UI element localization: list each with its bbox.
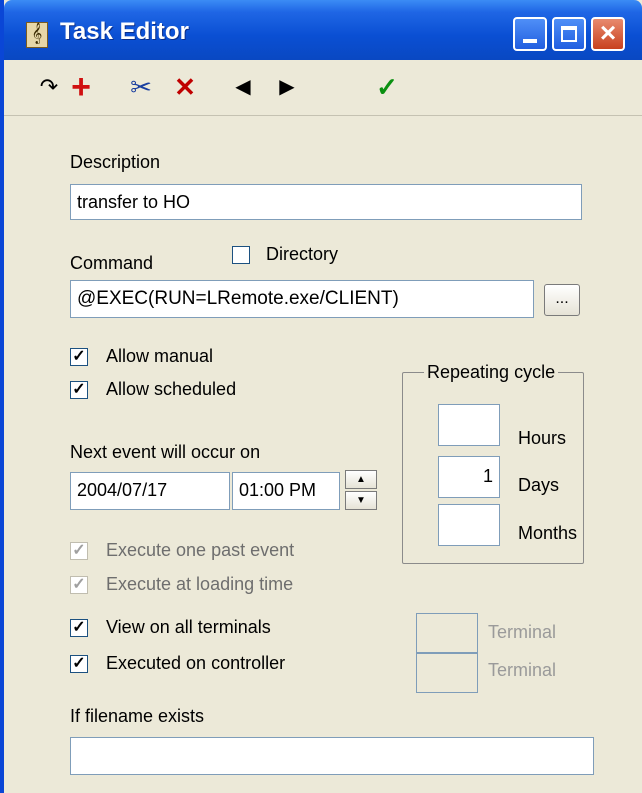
toolbar-divider — [4, 115, 642, 116]
spin-down-button[interactable]: ▼ — [345, 491, 377, 510]
hours-label: Hours — [518, 428, 567, 448]
execute-past-label: Execute one past event — [106, 540, 295, 560]
filename-exists-label: If filename exists — [70, 706, 205, 726]
cut-icon[interactable]: ✂ — [126, 72, 156, 102]
directory-label: Directory — [266, 244, 339, 264]
toolbar: ↷ + ✂ ✕ ◀ ▶ ✓ — [4, 60, 642, 116]
redo-icon[interactable]: ↷ — [34, 72, 64, 102]
allow-manual-checkbox[interactable]: ✓ — [70, 348, 88, 366]
directory-checkbox[interactable] — [232, 246, 250, 264]
next-icon[interactable]: ▶ — [274, 72, 300, 102]
title-bar[interactable]: 𝄞 Task Editor × — [4, 0, 642, 60]
allow-manual-label: Allow manual — [106, 346, 214, 366]
view-all-terminals-label: View on all terminals — [106, 617, 271, 637]
date-input[interactable]: 2004/07/17 — [70, 472, 230, 510]
hours-input[interactable] — [438, 404, 500, 446]
maximize-icon — [561, 26, 577, 42]
command-label: Command — [70, 253, 154, 273]
days-label: Days — [518, 475, 560, 495]
close-icon: × — [599, 17, 617, 48]
minimize-icon — [523, 39, 537, 43]
previous-icon[interactable]: ◀ — [230, 72, 256, 102]
terminal-label-1: Terminal — [488, 622, 557, 642]
days-input[interactable]: 1 — [438, 456, 500, 498]
description-label: Description — [70, 152, 161, 172]
delete-icon[interactable]: ✕ — [170, 72, 200, 102]
command-input[interactable]: @EXEC(RUN=LRemote.exe/CLIENT) — [70, 280, 534, 318]
window-title: Task Editor — [60, 18, 189, 45]
spin-up-button[interactable]: ▲ — [345, 470, 377, 489]
terminal-label-2: Terminal — [488, 660, 557, 680]
execute-loading-checkbox[interactable]: ✓ — [70, 576, 88, 594]
filename-exists-input[interactable] — [70, 737, 594, 775]
months-label: Months — [518, 523, 578, 543]
ok-icon[interactable]: ✓ — [372, 72, 402, 102]
repeating-cycle-title: Repeating cycle — [424, 362, 559, 383]
time-input[interactable]: 01:00 PM — [232, 472, 340, 510]
time-spinner: ▲ ▼ — [345, 470, 377, 510]
view-all-terminals-checkbox[interactable]: ✓ — [70, 619, 88, 637]
allow-scheduled-checkbox[interactable]: ✓ — [70, 381, 88, 399]
allow-scheduled-label: Allow scheduled — [106, 379, 237, 399]
add-icon[interactable]: + — [66, 70, 96, 104]
browse-button[interactable]: ... — [544, 284, 580, 316]
app-icon: 𝄞 — [26, 22, 48, 48]
months-input[interactable] — [438, 504, 500, 546]
minimize-button[interactable] — [513, 17, 547, 51]
execute-loading-label: Execute at loading time — [106, 574, 294, 594]
executed-controller-label: Executed on controller — [106, 653, 286, 673]
terminal-input-1[interactable] — [416, 613, 478, 653]
next-event-label: Next event will occur on — [70, 442, 261, 462]
terminal-input-2[interactable] — [416, 653, 478, 693]
task-editor-window: 𝄞 Task Editor × ↷ + ✂ ✕ ◀ ▶ ✓ Descriptio… — [0, 0, 642, 793]
executed-controller-checkbox[interactable]: ✓ — [70, 655, 88, 673]
close-button[interactable]: × — [591, 17, 625, 51]
execute-past-checkbox[interactable]: ✓ — [70, 542, 88, 560]
description-input[interactable]: transfer to HO — [70, 184, 582, 220]
maximize-button[interactable] — [552, 17, 586, 51]
